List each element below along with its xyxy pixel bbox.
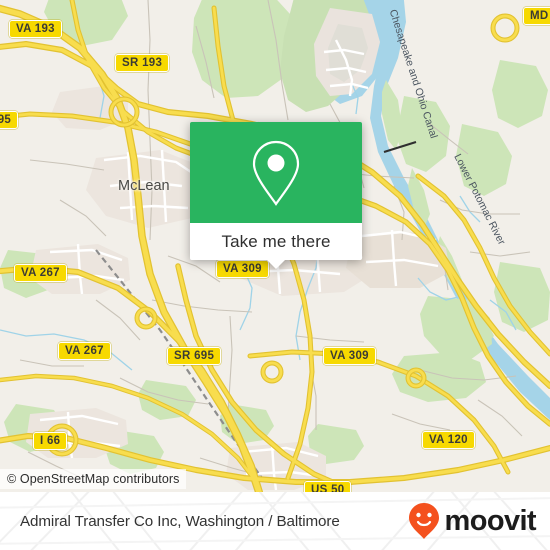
shield-va-309-lower: VA 309 [323,347,376,365]
callout-tail [266,259,286,269]
moovit-smiley-pin-icon [408,503,439,539]
shield-va-267-lower: VA 267 [58,342,111,360]
shield-va-309-upper: VA 309 [216,260,269,278]
callout-pin-panel [190,122,362,223]
take-me-there-label: Take me there [221,231,331,251]
shield-i-495: 495 [0,111,19,129]
shield-us-50: US 50 [304,481,352,492]
map-pin-icon [252,140,300,206]
shield-va-193: VA 193 [9,20,62,38]
destination-callout[interactable]: Take me there [190,122,362,269]
shield-sr-695: SR 695 [167,347,222,365]
moovit-map-screenshot: VA 193 SR 193 MD 495 VA 267 VA 267 SR 695 VA 30… [0,0,550,550]
shield-md: MD [523,7,550,25]
shield-va-120: VA 120 [422,431,475,449]
shield-i-66: I 66 [33,432,68,450]
page-title: Admiral Transfer Co Inc, Washington / Ba… [20,512,340,530]
place-label-mclean: McLean [118,178,170,194]
take-me-there-button[interactable]: Take me there [190,223,362,269]
shield-sr-193: SR 193 [115,54,170,72]
moovit-wordmark: moovit [444,504,537,537]
osm-attribution: © OpenStreetMap contributors [0,469,186,489]
moovit-brand[interactable]: moovit [408,492,537,550]
shield-va-267-upper: VA 267 [14,264,67,282]
footer-bar: Admiral Transfer Co Inc, Washington / Ba… [0,492,550,550]
